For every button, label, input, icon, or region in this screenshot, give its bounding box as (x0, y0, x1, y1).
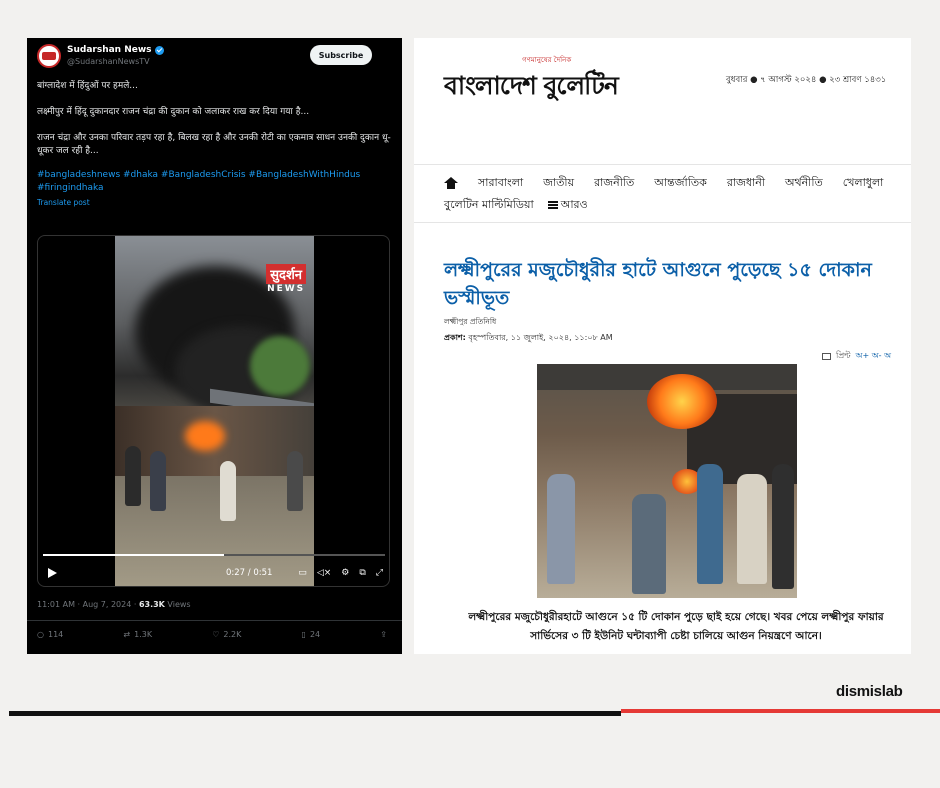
tweet-panel: Sudarshan News @SudarshanNewsTV Subscrib… (27, 38, 402, 654)
published-value: বৃহস্পতিবার, ১১ জুলাই, ২০২৪, ১১:০৮ AM (465, 333, 613, 342)
verified-icon (154, 46, 164, 55)
news-panel: গণমানুষের দৈনিক বাংলাদেশ বুলেটিন বুধবার … (414, 38, 911, 654)
avatar[interactable] (37, 44, 61, 68)
nav-more-button[interactable]: আরও (547, 196, 588, 215)
watermark-top: सुदर्शन (266, 264, 306, 284)
tree (250, 336, 310, 396)
nav-item[interactable]: অর্থনীতি (785, 174, 823, 193)
reply-count: 114 (47, 630, 64, 639)
share-icon: ⇪ (380, 630, 387, 639)
person (547, 474, 575, 584)
article-photo (537, 364, 797, 598)
person (220, 461, 236, 521)
views-count: 63.3K (138, 600, 165, 609)
dismislab-logo: dismislab (836, 683, 903, 700)
volume-icon[interactable]: ◁× (317, 568, 331, 578)
captions-icon[interactable]: ▭ (298, 568, 307, 578)
more-label: আরও (560, 197, 588, 211)
bookmark-button[interactable]: ▯ 24 (302, 630, 321, 639)
tweet-line-1: बांग्लादेश में हिंदुओं पर हमले... (37, 81, 138, 91)
divider (414, 222, 911, 223)
nav-item[interactable]: আন্তর্জাতিক (654, 174, 707, 193)
heart-icon: ♡ (212, 630, 220, 639)
nav-item-multimedia[interactable]: বুলেটিন মাল্টিমিডিয়া (444, 196, 534, 215)
video-controls: 0:27 / 0:51 ▭ ◁× ⚙ ⧉ ⤢ (38, 562, 389, 584)
nav-item[interactable]: সারাবাংলা (478, 174, 523, 193)
person (150, 451, 166, 511)
main-nav: সারাবাংলা জাতীয় রাজনীতি আন্তর্জাতিক রাজ… (444, 172, 909, 216)
tweet-meta: 11:01 AM · Aug 7, 2024 · 63.3K Views (37, 600, 191, 609)
menu-icon (547, 200, 558, 209)
print-icon[interactable] (821, 353, 831, 360)
published-label: প্রকাশ: (444, 333, 466, 342)
tweet-header: Sudarshan News @SudarshanNewsTV (37, 44, 164, 68)
home-icon[interactable] (444, 177, 458, 189)
footer-bar-black (9, 711, 621, 716)
video-player[interactable]: सुदर्शन NEWS 0:27 / 0:51 ▭ ◁× ⚙ ⧉ ⤢ (37, 235, 390, 587)
watermark-bottom: NEWS (267, 284, 306, 294)
fullscreen-icon[interactable]: ⤢ (376, 568, 383, 578)
fire (647, 374, 717, 429)
person (125, 446, 141, 506)
site-logo[interactable]: বাংলাদেশ বুলেটিন (444, 66, 619, 109)
reply-icon: ○ (37, 630, 44, 639)
account-handle[interactable]: @SudarshanNewsTV (67, 56, 164, 67)
repost-button[interactable]: ⇄ 1.3K (123, 630, 152, 639)
video-progress-fill (43, 554, 225, 556)
account-name-text[interactable]: Sudarshan News (67, 45, 152, 56)
photo-caption: লক্ষ্মীপুরের মজুচৌধুরীরহাটে আগুনে ১৫ টি … (468, 611, 884, 642)
translate-post-link[interactable]: Translate post (37, 196, 392, 209)
divider (27, 620, 402, 621)
tweet-line-3: राजन चंद्रा और उनका परिवार तड़प रहा है, … (37, 133, 391, 156)
pip-icon[interactable]: ⧉ (359, 568, 365, 578)
repost-count: 1.3K (134, 630, 153, 639)
nav-item[interactable]: রাজধানী (727, 174, 765, 193)
play-icon[interactable] (48, 568, 57, 578)
person (772, 464, 794, 589)
nav-item[interactable]: রাজনীতি (594, 174, 634, 193)
bookmark-count: 24 (309, 630, 321, 639)
person (737, 474, 767, 584)
video-time: 0:27 / 0:51 (226, 568, 273, 578)
person (287, 451, 303, 511)
article-headline: লক্ষ্মীপুরের মজুচৌধুরীর হাটে আগুনে পুড়ে… (444, 259, 872, 309)
fire (185, 421, 225, 451)
tweet-hashtags[interactable]: #bangladeshnews #dhaka #BangladeshCrisis… (37, 169, 392, 195)
share-button[interactable]: ⇪ (380, 630, 387, 639)
font-size-controls[interactable]: অ+ অ- অ (856, 350, 891, 363)
tweet-line-2: लक्ष्मीपुर में हिंदू दुकानदार राजन चंद्र… (37, 107, 310, 117)
subscribe-button[interactable]: Subscribe (310, 45, 372, 65)
like-count: 2.2K (223, 630, 242, 639)
divider (414, 164, 911, 165)
tweet-text: बांग्लादेश में हिंदुओं पर हमले... लक्ष्म… (37, 80, 392, 209)
like-button[interactable]: ♡ 2.2K (212, 630, 241, 639)
repost-icon: ⇄ (123, 630, 131, 639)
bookmark-icon: ▯ (301, 630, 306, 639)
masthead[interactable]: গণমানুষের দৈনিক বাংলাদেশ বুলেটিন (444, 54, 619, 109)
person (697, 464, 723, 584)
tweet-timestamp[interactable]: 11:01 AM · Aug 7, 2024 · (37, 600, 139, 609)
masthead-date: বুধবার ● ৭ আগস্ট ২০২৪ ● ২৩ শ্রাবণ ১৪৩১ (726, 75, 887, 85)
sudarshan-watermark: सुदर्शन NEWS (266, 264, 306, 294)
video-frame: सुदर्शन NEWS (115, 236, 314, 586)
article-published: প্রকাশ: বৃহস্পতিবার, ১১ জুলাই, ২০২৪, ১১:… (444, 332, 613, 345)
footer-bar-red (621, 709, 940, 713)
person (632, 494, 666, 594)
views-label: Views (164, 600, 191, 609)
print-button[interactable]: প্রিন্ট (836, 350, 851, 363)
reply-button[interactable]: ○ 114 (37, 630, 63, 639)
article-tools: প্রিন্ট অ+ অ- অ (821, 350, 891, 363)
video-progress-bar[interactable] (43, 554, 385, 556)
article-byline: লক্ষ্মীপুর প্রতিনিধি (444, 317, 497, 326)
settings-icon[interactable]: ⚙ (341, 568, 349, 578)
nav-item[interactable]: খেলাধুলা (843, 174, 884, 193)
account-name[interactable]: Sudarshan News (67, 45, 164, 56)
nav-item[interactable]: জাতীয় (543, 174, 574, 193)
tweet-actions: ○ 114 ⇄ 1.3K ♡ 2.2K ▯ 24 ⇪ (37, 630, 387, 639)
masthead-tagline: গণমানুষের দৈনিক (522, 56, 572, 64)
